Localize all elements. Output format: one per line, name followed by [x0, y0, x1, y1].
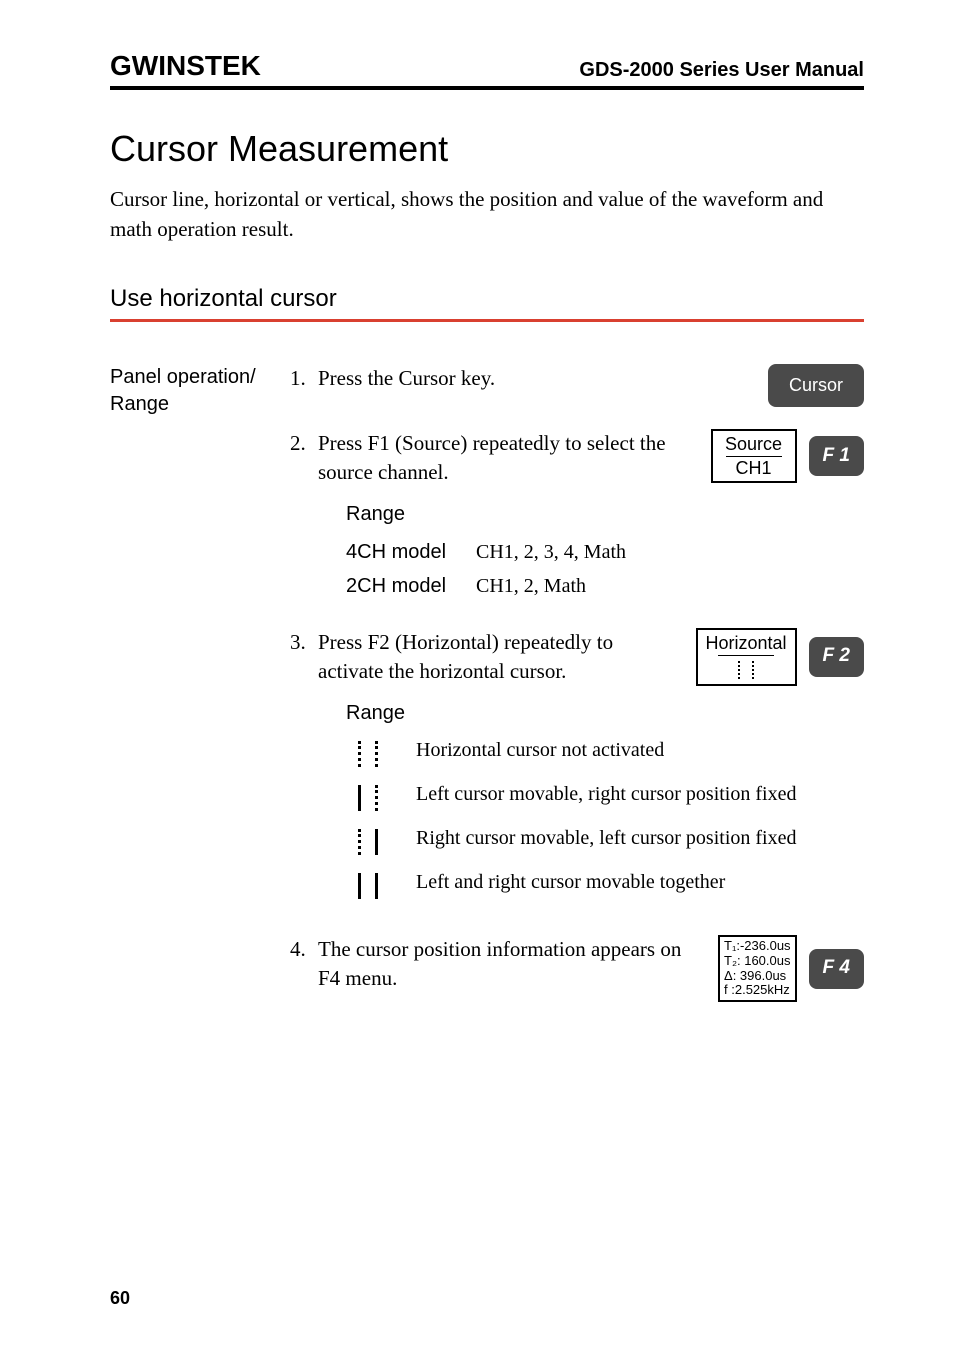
range-row: Left cursor movable, right cursor positi… [346, 781, 864, 811]
cursor-state-icon [346, 825, 390, 855]
cursor-state-icon [346, 737, 390, 767]
range-label: Range [346, 699, 864, 727]
f2-button: F 2 [809, 637, 864, 677]
cursor-key-button: Cursor [768, 364, 864, 407]
osd-divider [726, 456, 782, 457]
left-label-line1: Panel operation/ [110, 364, 290, 391]
range-row: Right cursor movable, left cursor positi… [346, 825, 864, 855]
left-column-label: Panel operation/ Range [110, 364, 290, 1025]
osd-label: Source [725, 434, 782, 455]
spec-key: 4CH model [346, 538, 476, 566]
left-label-line2: Range [110, 391, 290, 418]
step-text: Press the Cursor key. [318, 364, 750, 393]
step-1: 1. Press the Cursor key. Cursor [290, 364, 864, 407]
info-line: f :2.525kHz [724, 983, 791, 998]
spec-value: CH1, 2, Math [476, 572, 586, 600]
range-row: Left and right cursor movable together [346, 869, 864, 899]
manual-title: GDS-2000 Series User Manual [579, 59, 864, 82]
cursor-state-icon [346, 869, 390, 899]
steps-column: 1. Press the Cursor key. Cursor 2. Press… [290, 364, 864, 1025]
step-4: 4. The cursor position information appea… [290, 935, 864, 1003]
step-3: 3. Press F2 (Horizontal) repeatedly to a… [290, 628, 864, 913]
range-desc: Left cursor movable, right cursor positi… [416, 781, 864, 808]
range-desc: Right cursor movable, left cursor positi… [416, 825, 864, 852]
page-header: GWINSTEK GDS-2000 Series User Manual [110, 50, 864, 90]
step-text: The cursor position information appears … [318, 935, 700, 994]
osd-value: CH1 [736, 458, 772, 479]
info-line: T₂: 160.0us [724, 954, 791, 969]
step-number: 2. [290, 429, 318, 458]
step-text: Press F2 (Horizontal) repeatedly to acti… [318, 628, 678, 687]
page-number: 60 [110, 1288, 130, 1309]
intro-paragraph: Cursor line, horizontal or vertical, sho… [110, 184, 864, 245]
spec-row: 2CH model CH1, 2, Math [346, 572, 864, 600]
step-number: 3. [290, 628, 318, 657]
page-title: Cursor Measurement [110, 128, 864, 170]
f1-button: F 1 [809, 436, 864, 476]
f4-button: F 4 [809, 949, 864, 989]
osd-divider [718, 655, 774, 656]
brand-logo: GWINSTEK [110, 50, 261, 82]
step-number: 1. [290, 364, 318, 393]
range-desc: Left and right cursor movable together [416, 869, 864, 896]
cursor-state-icon [346, 781, 390, 811]
range-desc: Horizontal cursor not activated [416, 737, 864, 764]
step-text: Press F1 (Source) repeatedly to select t… [318, 429, 693, 488]
source-osd-box: Source CH1 [711, 429, 797, 483]
step-2: 2. Press F1 (Source) repeatedly to selec… [290, 429, 864, 606]
section-heading: Use horizontal cursor [110, 285, 864, 322]
horizontal-osd-box: Horizontal [696, 628, 797, 686]
info-line: T₁:-236.0us [724, 939, 791, 954]
range-row: Horizontal cursor not activated [346, 737, 864, 767]
spec-row: 4CH model CH1, 2, 3, 4, Math [346, 538, 864, 566]
osd-label: Horizontal [706, 633, 787, 654]
info-line: Δ: 396.0us [724, 969, 791, 984]
cursor-info-box: T₁:-236.0us T₂: 160.0us Δ: 396.0us f :2.… [718, 935, 797, 1003]
step-number: 4. [290, 935, 318, 964]
range-label: Range [346, 500, 864, 528]
horizontal-cursor-icon [738, 661, 754, 679]
spec-value: CH1, 2, 3, 4, Math [476, 538, 626, 566]
spec-key: 2CH model [346, 572, 476, 600]
cursor-range-table: Horizontal cursor not activated Left cur… [346, 737, 864, 899]
